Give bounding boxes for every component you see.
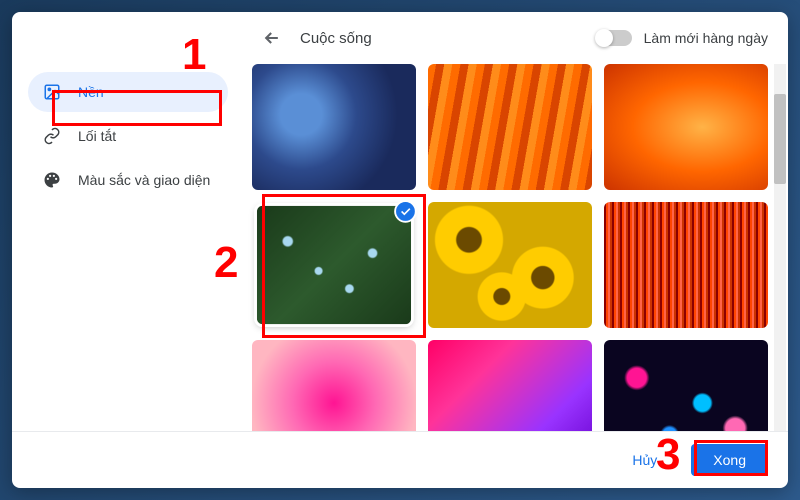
refresh-toggle-wrap: Làm mới hàng ngày <box>596 30 768 46</box>
arrow-left-icon <box>262 28 282 48</box>
sidebar-item-label: Nền <box>78 84 104 100</box>
background-thumb[interactable] <box>604 340 768 431</box>
refresh-toggle-label: Làm mới hàng ngày <box>644 30 768 46</box>
background-thumb[interactable] <box>252 64 416 190</box>
check-badge <box>394 200 417 223</box>
link-icon <box>42 126 62 146</box>
background-thumb[interactable] <box>604 202 768 328</box>
scrollbar[interactable] <box>774 64 786 431</box>
sidebar-item-theme[interactable]: Màu sắc và giao diện <box>28 160 228 200</box>
customize-dialog: Cuộc sống Làm mới hàng ngày Nền Lối tắt <box>12 12 788 488</box>
sidebar: Nền Lối tắt Màu sắc và giao diện <box>12 64 244 431</box>
sidebar-item-label: Màu sắc và giao diện <box>78 172 210 188</box>
check-icon <box>399 205 412 218</box>
refresh-toggle[interactable] <box>596 30 632 46</box>
scrollbar-thumb[interactable] <box>774 94 786 184</box>
dialog-content: Nền Lối tắt Màu sắc và giao diện <box>12 64 788 431</box>
done-button[interactable]: Xong <box>691 444 768 476</box>
sidebar-item-label: Lối tắt <box>78 128 116 144</box>
background-thumb[interactable] <box>252 340 416 431</box>
dialog-header: Cuộc sống Làm mới hàng ngày <box>12 12 788 64</box>
back-button[interactable] <box>260 26 284 50</box>
palette-icon <box>42 170 62 190</box>
background-thumb[interactable] <box>428 340 592 431</box>
gallery-wrap <box>244 64 788 431</box>
image-icon <box>42 82 62 102</box>
sidebar-item-shortcuts[interactable]: Lối tắt <box>28 116 228 156</box>
background-thumb[interactable] <box>428 202 592 328</box>
background-thumb-selected[interactable] <box>257 206 411 325</box>
cancel-button[interactable]: Hủy <box>610 444 679 476</box>
background-thumb[interactable] <box>428 64 592 190</box>
header-title: Cuộc sống <box>300 30 580 47</box>
background-thumb[interactable] <box>604 64 768 190</box>
sidebar-item-background[interactable]: Nền <box>28 72 228 112</box>
background-gallery <box>244 64 788 431</box>
dialog-footer: Hủy Xong <box>12 431 788 488</box>
